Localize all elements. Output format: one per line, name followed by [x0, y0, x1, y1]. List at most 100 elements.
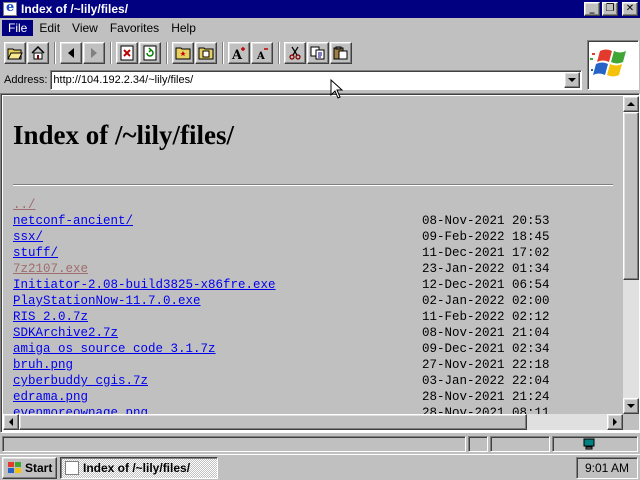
file-link[interactable]: 7z2107.exe — [13, 262, 88, 276]
list-item: SDKArchive2.7z 08-Nov-2021 21:04 — [13, 325, 613, 341]
menu-view[interactable]: View — [66, 20, 104, 36]
horizontal-rule — [13, 184, 613, 186]
toolbar-separator — [222, 42, 224, 64]
list-item: bruh.png 27-Nov-2021 22:18 — [13, 357, 613, 373]
arrow-left-icon — [8, 418, 13, 426]
file-link[interactable]: ssx/ — [13, 230, 43, 244]
file-date: 08-Nov-2021 21:04 — [422, 326, 550, 340]
list-item: netconf-ancient/08-Nov-2021 20:53 — [13, 213, 613, 229]
ie-page-icon — [65, 460, 79, 475]
list-item: edrama.png 28-Nov-2021 21:24 — [13, 389, 613, 405]
file-link[interactable]: netconf-ancient/ — [13, 214, 133, 228]
toolbar-separator — [166, 42, 168, 64]
window-title: Index of /~lily/files/ — [21, 2, 129, 16]
toolbar-separator — [54, 42, 56, 64]
maximize-button[interactable]: ❐ — [602, 2, 618, 16]
add-favorite-icon[interactable] — [195, 42, 217, 64]
forward-icon[interactable] — [83, 42, 105, 64]
refresh-icon[interactable] — [139, 42, 161, 64]
horizontal-scroll-thumb[interactable] — [19, 414, 527, 430]
menu-edit[interactable]: Edit — [33, 20, 66, 36]
scroll-down-button[interactable] — [623, 398, 639, 414]
back-icon[interactable] — [60, 42, 82, 64]
address-combobox[interactable] — [50, 70, 583, 90]
taskbar-window-button[interactable]: Index of /~lily/files/ — [60, 456, 218, 479]
favorites-icon[interactable] — [172, 42, 194, 64]
ie-page-icon[interactable] — [3, 0, 17, 16]
start-button[interactable]: Start — [2, 456, 57, 479]
minimize-button[interactable]: _ — [584, 2, 600, 16]
vertical-scroll-thumb[interactable] — [623, 112, 639, 280]
file-link[interactable]: stuff/ — [13, 246, 58, 260]
menu-help[interactable]: Help — [165, 20, 202, 36]
svg-text:A: A — [256, 51, 265, 60]
address-bar: Address: — [0, 69, 586, 91]
windows-flag-icon — [8, 461, 21, 473]
file-listing: ../netconf-ancient/08-Nov-2021 20:53 ssx/… — [13, 197, 613, 414]
scroll-up-button[interactable] — [623, 96, 639, 112]
taskbar: Start Index of /~lily/files/ 9:01 AM — [0, 454, 640, 480]
file-link[interactable]: SDKArchive2.7z — [13, 326, 118, 340]
system-tray: 9:01 AM — [576, 457, 638, 479]
home-icon[interactable] — [27, 42, 49, 64]
stop-icon[interactable] — [116, 42, 138, 64]
cut-icon[interactable] — [284, 42, 306, 64]
file-date: 28-Nov-2021 08:11 — [422, 406, 550, 414]
file-link[interactable]: PlayStationNow-11.7.0.exe — [13, 294, 201, 308]
file-link[interactable]: cyberbuddy cgis.7z — [13, 374, 148, 388]
file-link[interactable]: edrama.png — [13, 390, 88, 404]
open-folder-icon[interactable] — [4, 42, 26, 64]
list-item: ssx/09-Feb-2022 18:45 — [13, 229, 613, 245]
chevron-down-icon — [568, 77, 577, 82]
file-date: 09-Feb-2022 18:45 — [422, 230, 550, 244]
list-item: cyberbuddy cgis.7z 03-Jan-2022 22:04 — [13, 373, 613, 389]
scroll-left-button[interactable] — [3, 414, 19, 430]
scroll-right-button[interactable] — [607, 414, 623, 430]
status-text-pane — [2, 436, 466, 452]
file-date: 27-Nov-2021 22:18 — [422, 358, 550, 372]
paste-icon[interactable] — [330, 42, 352, 64]
file-link[interactable]: bruh.png — [13, 358, 73, 372]
file-link[interactable]: Initiator-2.08-build3825-x86fre.exe — [13, 278, 276, 292]
file-link[interactable]: RIS 2.0.7z — [13, 310, 88, 324]
address-input[interactable] — [51, 72, 565, 88]
toolbar: A A — [0, 39, 586, 67]
file-link[interactable]: amiga os source code 3.1.7z — [13, 342, 216, 356]
file-date: 28-Nov-2021 21:24 — [422, 390, 550, 404]
file-date: 02-Jan-2022 02:00 — [422, 294, 550, 308]
clock[interactable]: 9:01 AM — [585, 461, 629, 475]
file-date: 12-Dec-2021 06:54 — [422, 278, 550, 292]
status-security-pane — [490, 436, 550, 452]
list-item: evenmoreownage.png 28-Nov-2021 08:11 — [13, 405, 613, 414]
file-date: 11-Feb-2022 02:12 — [422, 310, 550, 324]
arrow-right-icon — [612, 418, 617, 426]
address-label: Address: — [4, 74, 48, 86]
font-larger-icon[interactable]: A — [228, 42, 250, 64]
windows-logo — [587, 40, 639, 90]
horizontal-scrollbar[interactable] — [3, 414, 623, 430]
menu-favorites[interactable]: Favorites — [104, 20, 165, 36]
file-link[interactable]: ../ — [13, 198, 36, 212]
arrow-down-icon — [627, 403, 635, 408]
font-smaller-icon[interactable]: A — [251, 42, 273, 64]
title-bar[interactable]: Index of /~lily/files/ _ ❐ ✕ — [0, 0, 640, 18]
file-date: 08-Nov-2021 20:53 — [422, 214, 550, 228]
close-button[interactable]: ✕ — [622, 2, 638, 16]
windows-flag-icon — [590, 49, 626, 77]
page-heading: Index of /~lily/files/ — [13, 120, 235, 150]
status-zone-pane — [552, 436, 638, 452]
list-item: PlayStationNow-11.7.0.exe 02-Jan-2022 02:… — [13, 293, 613, 309]
file-date: 11-Dec-2021 17:02 — [422, 246, 550, 260]
address-dropdown-button[interactable] — [564, 72, 581, 88]
list-item: ../ — [13, 197, 613, 213]
page-content: Index of /~lily/files/ ../netconf-ancien… — [3, 96, 623, 414]
computer-zone-icon — [583, 438, 595, 450]
vertical-scrollbar[interactable] — [623, 96, 639, 414]
list-item: stuff/11-Dec-2021 17:02 — [13, 245, 613, 261]
copy-icon[interactable] — [307, 42, 329, 64]
file-link[interactable]: evenmoreownage.png — [13, 406, 148, 414]
menu-file[interactable]: File — [2, 20, 34, 36]
toolbar-separator — [278, 42, 280, 64]
status-progress-pane — [468, 436, 488, 452]
list-item: Initiator-2.08-build3825-x86fre.exe 12-De… — [13, 277, 613, 293]
